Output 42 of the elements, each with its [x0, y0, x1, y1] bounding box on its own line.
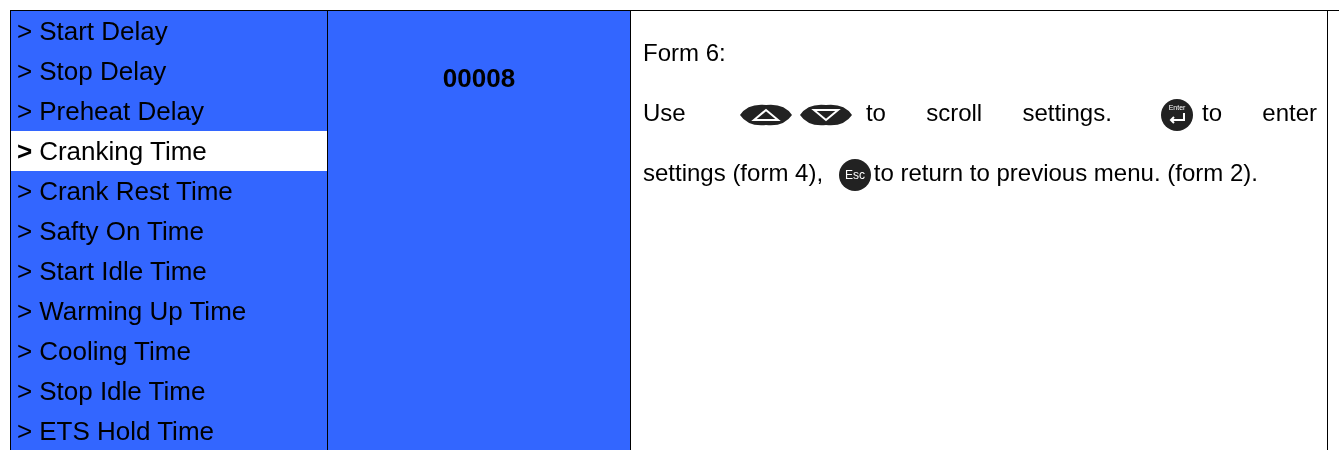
menu-label: Preheat Delay — [39, 95, 204, 127]
menu-marker: > — [17, 415, 33, 447]
menu-marker: > — [17, 215, 33, 247]
menu-label: ETS Hold Time — [39, 415, 214, 447]
menu-marker: > — [17, 95, 33, 127]
menu-item[interactable]: > Cooling Time — [11, 331, 327, 371]
menu-item[interactable]: > Start Idle Time — [11, 251, 327, 291]
instruction-text: menu. (form 2). — [1093, 159, 1258, 186]
menu-item[interactable]: > Stop Delay — [11, 51, 327, 91]
menu-marker: > — [17, 15, 33, 47]
instruction-text: to scroll settings. — [865, 99, 1112, 126]
menu-item[interactable]: > Warming Up Time — [11, 291, 327, 331]
instruction-text: to enter — [1202, 99, 1318, 126]
menu-item[interactable]: > Cranking Time — [11, 131, 327, 171]
menu-label: Cranking Time — [39, 135, 207, 167]
menu-item[interactable]: > Crank Rest Time — [11, 171, 327, 211]
menu-label: Safty On Time — [39, 215, 204, 247]
instruction-text: to return to previous — [873, 159, 1088, 186]
menu-item[interactable]: > ETS Hold Time — [11, 411, 327, 450]
menu-item[interactable]: > Preheat Delay — [11, 91, 327, 131]
menu-label: Stop Idle Time — [39, 375, 206, 407]
menu-marker: > — [17, 295, 33, 327]
esc-key-icon: Esc — [837, 157, 872, 192]
menu-marker: > — [17, 135, 33, 167]
menu-marker: > — [17, 55, 33, 87]
menu-marker: > — [17, 335, 33, 367]
menu-label: Stop Delay — [39, 55, 167, 87]
menu-label: Start Idle Time — [39, 255, 207, 287]
menu-label: Start Delay — [39, 15, 168, 47]
instruction-text: settings (form 4), — [643, 159, 824, 186]
menu-item[interactable]: > Safty On Time — [11, 211, 327, 251]
menu-label: Crank Rest Time — [39, 175, 233, 207]
setting-value: 00008 — [441, 62, 517, 94]
menu-label: Cooling Time — [39, 335, 191, 367]
form-title: Form 6: — [643, 38, 727, 68]
menu-item[interactable]: > Start Delay — [11, 11, 327, 51]
menu-marker: > — [17, 175, 33, 207]
instruction-text: Use — [643, 99, 686, 126]
menu-item[interactable]: > Stop Idle Time — [11, 371, 327, 411]
menu-marker: > — [17, 375, 33, 407]
menu-label: Warming Up Time — [39, 295, 247, 327]
menu-marker: > — [17, 255, 33, 287]
